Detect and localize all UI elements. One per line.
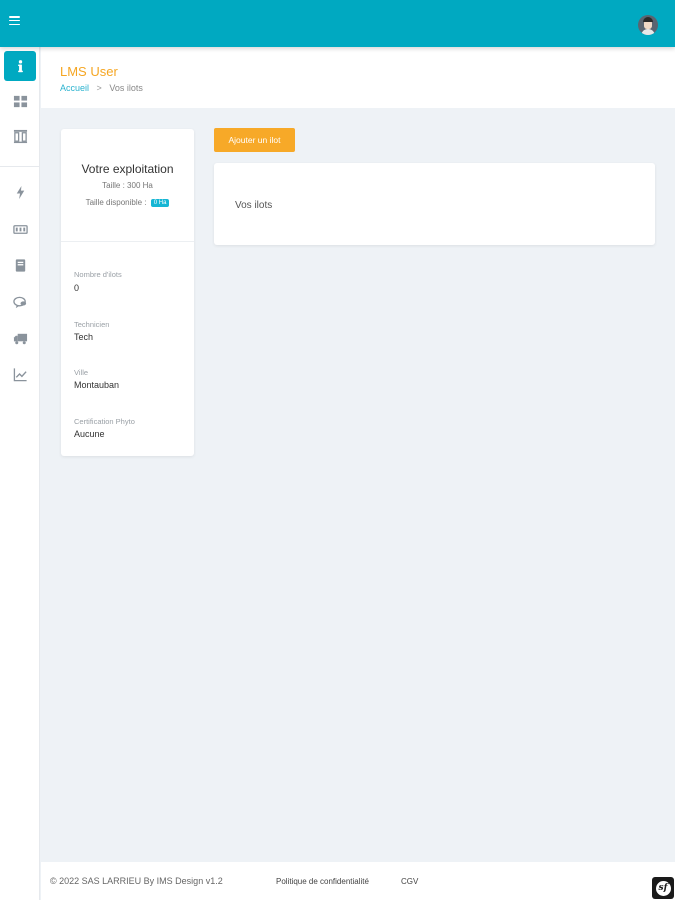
sidebar-item-messages[interactable] xyxy=(4,287,36,317)
exploitation-size: Taille : 300 Ha xyxy=(102,181,153,190)
technician-label: Technicien xyxy=(74,320,110,329)
footer-copyright: © 2022 SAS LARRIEU By IMS Design v1.2 xyxy=(50,876,223,886)
breadcrumb-separator: > xyxy=(96,83,102,93)
breadcrumb: Accueil > Vos ilots xyxy=(60,83,143,93)
technician-value: Tech xyxy=(74,332,94,342)
sidebar-divider xyxy=(0,166,40,167)
machine-icon xyxy=(12,224,28,234)
sidebar-item-machines[interactable] xyxy=(4,214,36,244)
bolt-icon xyxy=(16,185,24,199)
certification-value: Aucune xyxy=(74,429,105,439)
certification-label: Certification Phyto xyxy=(74,417,135,426)
breadcrumb-home-link[interactable]: Accueil xyxy=(60,83,89,93)
sidebar xyxy=(0,47,40,900)
user-avatar[interactable] xyxy=(638,15,658,35)
menu-icon[interactable] xyxy=(9,16,20,26)
card-divider xyxy=(61,241,194,242)
ilots-count-label: Nombre d'ilots xyxy=(74,270,122,279)
sidebar-item-pillars[interactable] xyxy=(4,121,36,151)
exploitation-card: Votre exploitation Taille : 300 Ha Taill… xyxy=(61,129,194,456)
page-title: LMS User xyxy=(60,64,118,79)
symfony-logo-icon[interactable]: sf xyxy=(652,877,674,899)
ilots-card: Vos ilots xyxy=(214,163,655,245)
add-ilot-button[interactable]: Ajouter un ilot xyxy=(214,128,295,152)
exploitation-title: Votre exploitation xyxy=(81,162,174,176)
sidebar-item-book[interactable] xyxy=(4,250,36,280)
privacy-link[interactable]: Politique de confidentialité xyxy=(276,877,369,886)
truck-icon xyxy=(13,333,27,344)
available-label: Taille disponible : xyxy=(85,198,147,207)
cgv-link[interactable]: CGV xyxy=(401,877,418,886)
grid-icon xyxy=(13,95,27,107)
breadcrumb-current: Vos ilots xyxy=(109,83,143,93)
chart-icon xyxy=(13,367,27,381)
chat-icon xyxy=(12,296,26,308)
sidebar-item-grid[interactable] xyxy=(4,86,36,116)
available-badge: 0 Ha xyxy=(150,199,170,207)
city-label: Ville xyxy=(74,368,89,377)
sidebar-item-stats[interactable] xyxy=(4,359,36,389)
footer: © 2022 SAS LARRIEU By IMS Design v1.2 Po… xyxy=(41,862,675,900)
city-value: Montauban xyxy=(74,380,120,390)
sidebar-item-info[interactable] xyxy=(4,51,36,81)
top-app-bar xyxy=(0,0,675,47)
ilots-count-value: 0 xyxy=(74,283,80,293)
page-header: LMS User Accueil > Vos ilots xyxy=(41,47,675,108)
pillars-icon xyxy=(13,129,27,143)
ilots-card-title: Vos ilots xyxy=(235,200,273,211)
book-icon xyxy=(15,258,25,272)
info-icon xyxy=(17,59,23,72)
sidebar-item-transport[interactable] xyxy=(4,323,36,353)
exploitation-available: Taille disponible : 0 Ha xyxy=(61,198,194,207)
sidebar-item-energy[interactable] xyxy=(4,177,36,207)
